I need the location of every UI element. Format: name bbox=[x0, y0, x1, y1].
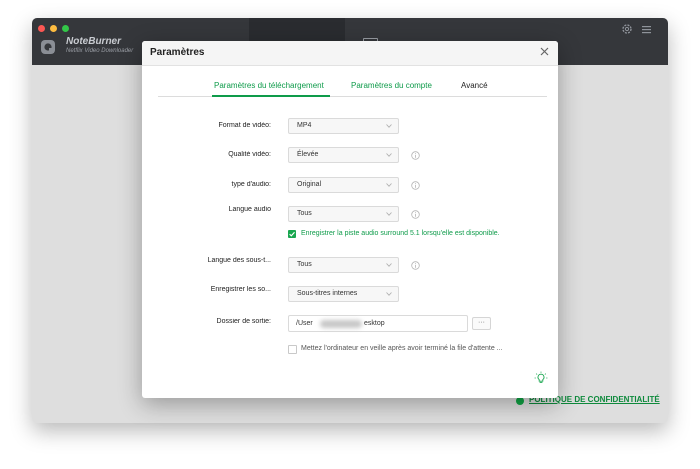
subtitle-language-value: Tous bbox=[297, 261, 312, 268]
output-folder-path-start: /User bbox=[296, 320, 313, 327]
audio-language-select[interactable]: Tous bbox=[288, 206, 399, 222]
brand-name: NoteBurner bbox=[66, 36, 122, 47]
lightbulb-icon[interactable] bbox=[534, 371, 548, 385]
chevron-down-icon bbox=[386, 292, 392, 296]
chevron-down-icon bbox=[386, 183, 392, 187]
chevron-down-icon bbox=[386, 212, 392, 216]
subtitle-language-label: Langue des sous-t... bbox=[207, 257, 271, 264]
subtitle-language-select[interactable]: Tous bbox=[288, 257, 399, 273]
output-folder-input[interactable]: /User esktop bbox=[288, 315, 468, 332]
tab-download-settings[interactable]: Paramètres du téléchargement bbox=[214, 81, 324, 90]
tab-advanced[interactable]: Avancé bbox=[461, 81, 488, 90]
video-quality-select[interactable]: Élevée bbox=[288, 147, 399, 163]
save-subtitles-value: Sous-titres internes bbox=[297, 290, 358, 297]
window-close-button[interactable] bbox=[38, 25, 45, 32]
menu-icon[interactable] bbox=[642, 25, 651, 34]
save-subtitles-label: Enregistrer les so... bbox=[210, 286, 271, 293]
settings-dialog: Paramètres Paramètres du téléchargement … bbox=[142, 41, 558, 398]
shield-icon bbox=[516, 397, 524, 405]
close-icon[interactable] bbox=[539, 46, 550, 57]
info-icon[interactable] bbox=[411, 181, 420, 190]
dialog-title: Paramètres bbox=[150, 47, 205, 58]
dialog-header: Paramètres bbox=[142, 41, 558, 66]
surround-checkbox[interactable] bbox=[288, 230, 296, 238]
tab-account-settings[interactable]: Paramètres du compte bbox=[351, 81, 432, 90]
audio-type-label: type d'audio: bbox=[231, 181, 271, 188]
sleep-after-queue-label[interactable]: Mettez l'ordinateur en veille après avoi… bbox=[301, 345, 503, 352]
audio-language-label: Langue audio bbox=[228, 206, 271, 213]
info-icon[interactable] bbox=[411, 210, 420, 219]
active-tab-indicator bbox=[212, 95, 330, 97]
gear-icon[interactable] bbox=[621, 23, 633, 35]
sleep-after-queue-checkbox[interactable] bbox=[288, 345, 297, 354]
surround-checkbox-label[interactable]: Enregistrer la piste audio surround 5.1 … bbox=[301, 230, 500, 237]
save-subtitles-select[interactable]: Sous-titres internes bbox=[288, 286, 399, 302]
info-icon[interactable] bbox=[411, 261, 420, 270]
audio-type-value: Original bbox=[297, 181, 322, 188]
noteburner-logo-icon bbox=[41, 40, 55, 54]
video-quality-label: Qualité vidéo: bbox=[228, 151, 271, 158]
video-format-label: Format de vidéo: bbox=[218, 122, 271, 129]
audio-language-value: Tous bbox=[297, 210, 312, 217]
output-folder-path-end: esktop bbox=[364, 320, 385, 327]
browse-folder-button[interactable]: ··· bbox=[472, 317, 491, 330]
redacted-username bbox=[320, 320, 362, 328]
chevron-down-icon bbox=[386, 153, 392, 157]
info-icon[interactable] bbox=[411, 151, 420, 160]
chevron-down-icon bbox=[386, 263, 392, 267]
chevron-down-icon bbox=[386, 124, 392, 128]
video-format-value: MP4 bbox=[297, 122, 312, 129]
brand-subtitle: Netflix Video Downloader bbox=[66, 48, 134, 54]
checkmark-icon bbox=[289, 231, 295, 237]
video-format-select[interactable]: MP4 bbox=[288, 118, 399, 134]
video-quality-value: Élevée bbox=[297, 151, 319, 158]
window-minimize-button[interactable] bbox=[50, 25, 57, 32]
window-zoom-button[interactable] bbox=[62, 25, 69, 32]
audio-type-select[interactable]: Original bbox=[288, 177, 399, 193]
output-folder-label: Dossier de sortie: bbox=[216, 318, 271, 325]
